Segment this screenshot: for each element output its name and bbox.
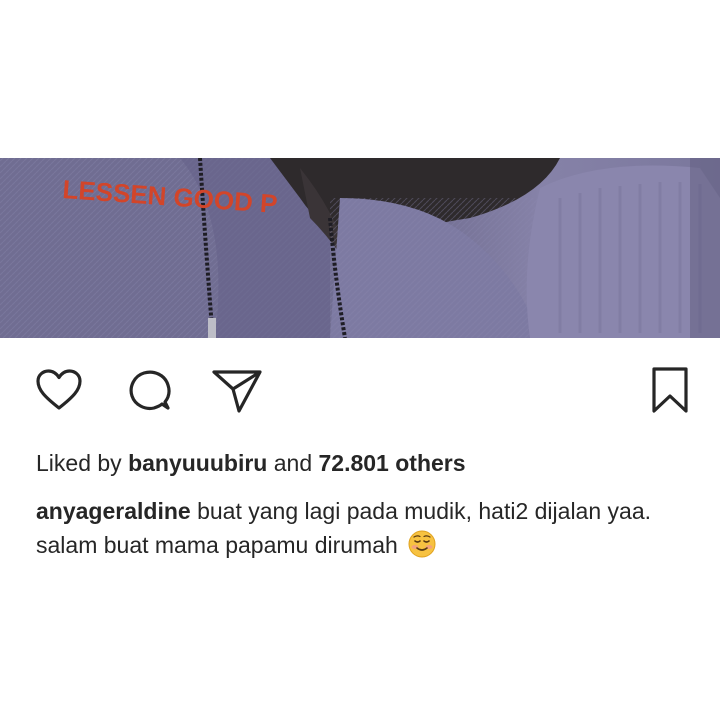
comment-button[interactable]	[123, 364, 175, 416]
photo-illustration: LESSEN GOOD P	[0, 158, 720, 338]
likes-and: and	[273, 450, 313, 476]
bookmark-icon	[652, 367, 688, 413]
share-button[interactable]	[211, 364, 263, 416]
heart-icon	[36, 369, 82, 410]
comment-icon	[129, 370, 171, 411]
send-icon	[212, 370, 262, 413]
likes-prefix: Liked by	[36, 450, 122, 476]
post-photo[interactable]: LESSEN GOOD P	[0, 158, 720, 338]
likes-line: Liked by banyuuubiru and 72.801 others	[36, 448, 466, 478]
liker-username[interactable]: banyuuubiru	[128, 450, 267, 476]
like-button[interactable]	[33, 364, 85, 416]
caption-username[interactable]: anyageraldine	[36, 498, 191, 524]
likes-count[interactable]: 72.801 others	[319, 450, 466, 476]
post-caption: anyageraldine buat yang lagi pada mudik,…	[36, 494, 686, 562]
save-button[interactable]	[644, 364, 696, 416]
post-actions-bar	[0, 364, 720, 428]
smiling-face-emoji-icon	[408, 530, 436, 558]
